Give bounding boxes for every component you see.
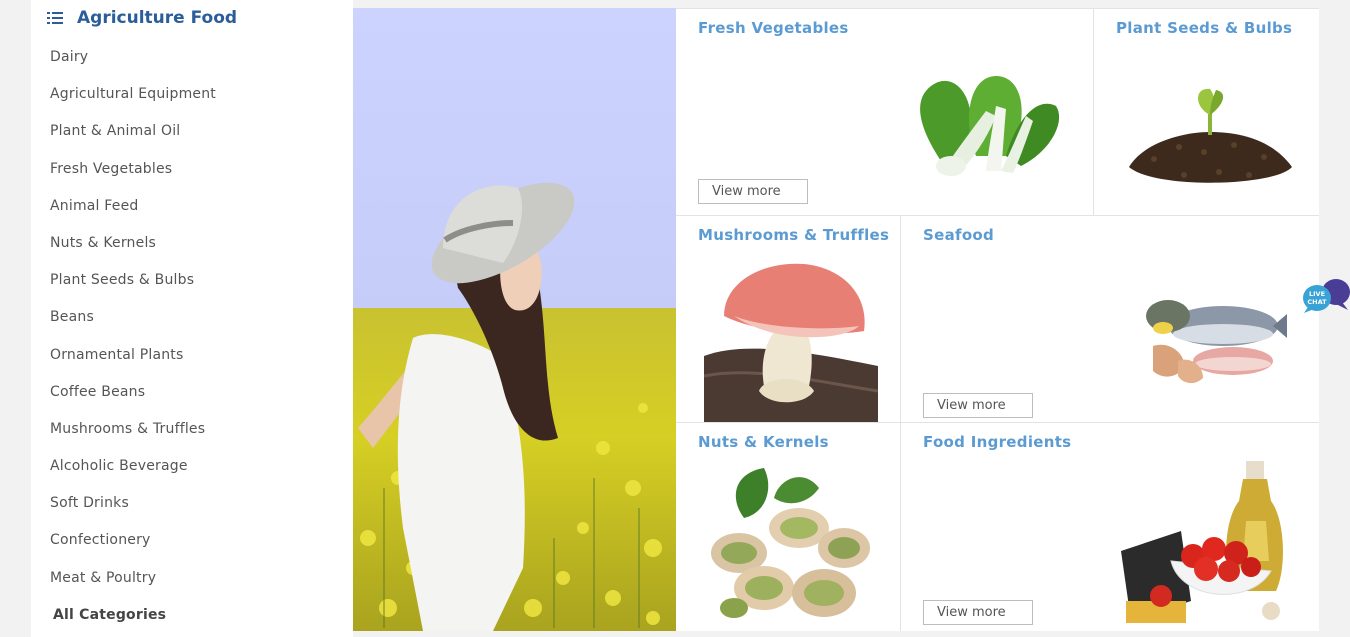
tile-title-mushrooms-truffles[interactable]: Mushrooms & Truffles bbox=[698, 226, 889, 244]
category-item-plant-animal-oil[interactable]: Plant & Animal Oil bbox=[50, 113, 216, 150]
category-item-alcoholic-beverage[interactable]: Alcoholic Beverage bbox=[50, 448, 216, 485]
live-chat-icon: LIVE CHAT bbox=[1303, 279, 1350, 313]
category-item-dairy[interactable]: Dairy bbox=[50, 39, 216, 76]
tile-title-seafood[interactable]: Seafood bbox=[923, 226, 994, 244]
list-icon bbox=[47, 12, 63, 24]
view-more-button-seafood[interactable]: View more bbox=[923, 393, 1033, 418]
seedling-soil-image bbox=[1129, 88, 1292, 183]
tile-nuts-kernels[interactable]: Nuts & Kernels bbox=[676, 423, 901, 631]
tile-fresh-vegetables[interactable]: Fresh Vegetables View more bbox=[676, 9, 1094, 216]
category-grid: Fresh Vegetables View more Plant Seeds &… bbox=[676, 8, 1319, 631]
category-item-fresh-vegetables[interactable]: Fresh Vegetables bbox=[50, 151, 216, 188]
tile-seafood[interactable]: Seafood View more bbox=[901, 216, 1319, 423]
hero-banner[interactable] bbox=[353, 8, 676, 631]
mushroom-image bbox=[704, 263, 878, 422]
tile-title-plant-seeds-bulbs[interactable]: Plant Seeds & Bulbs bbox=[1116, 19, 1292, 37]
category-item-coffee-beans[interactable]: Coffee Beans bbox=[50, 374, 216, 411]
live-chat-label-line2: CHAT bbox=[1307, 298, 1327, 306]
category-sidebar: Agriculture Food Dairy Agricultural Equi… bbox=[31, 0, 353, 637]
category-item-animal-feed[interactable]: Animal Feed bbox=[50, 188, 216, 225]
sidebar-title: Agriculture Food bbox=[77, 8, 238, 28]
category-item-agricultural-equipment[interactable]: Agricultural Equipment bbox=[50, 76, 216, 113]
tile-title-nuts-kernels[interactable]: Nuts & Kernels bbox=[698, 433, 829, 451]
tile-food-ingredients[interactable]: Food Ingredients View more bbox=[901, 423, 1319, 631]
view-more-button-fresh-vegetables[interactable]: View more bbox=[698, 179, 808, 204]
category-item-meat-poultry[interactable]: Meat & Poultry bbox=[50, 560, 216, 597]
category-item-nuts-kernels[interactable]: Nuts & Kernels bbox=[50, 225, 216, 262]
tile-title-food-ingredients[interactable]: Food Ingredients bbox=[923, 433, 1071, 451]
live-chat-widget[interactable]: LIVE CHAT bbox=[1302, 278, 1350, 314]
category-item-ornamental-plants[interactable]: Ornamental Plants bbox=[50, 337, 216, 374]
tile-title-fresh-vegetables[interactable]: Fresh Vegetables bbox=[698, 19, 849, 37]
page: Agriculture Food Dairy Agricultural Equi… bbox=[0, 0, 1350, 637]
category-item-plant-seeds-bulbs[interactable]: Plant Seeds & Bulbs bbox=[50, 262, 216, 299]
seafood-platter-image bbox=[1146, 300, 1287, 384]
tile-plant-seeds-bulbs[interactable]: Plant Seeds & Bulbs bbox=[1094, 9, 1319, 216]
all-categories-link[interactable]: All Categories bbox=[50, 597, 216, 634]
sidebar-header[interactable]: Agriculture Food bbox=[47, 8, 237, 28]
pistachio-image bbox=[711, 468, 870, 618]
bok-choy-image bbox=[920, 76, 1060, 176]
category-item-mushrooms-truffles[interactable]: Mushrooms & Truffles bbox=[50, 411, 216, 448]
category-item-soft-drinks[interactable]: Soft Drinks bbox=[50, 485, 216, 522]
category-item-beans[interactable]: Beans bbox=[50, 299, 216, 336]
category-item-confectionery[interactable]: Confectionery bbox=[50, 522, 216, 559]
category-list: Dairy Agricultural Equipment Plant & Ani… bbox=[50, 39, 216, 634]
live-chat-label-line1: LIVE bbox=[1309, 290, 1325, 298]
view-more-button-food-ingredients[interactable]: View more bbox=[923, 600, 1033, 625]
tile-mushrooms-truffles[interactable]: Mushrooms & Truffles bbox=[676, 216, 901, 423]
olive-oil-tomatoes-image bbox=[1121, 461, 1283, 623]
hero-woman-field-image bbox=[353, 8, 676, 631]
